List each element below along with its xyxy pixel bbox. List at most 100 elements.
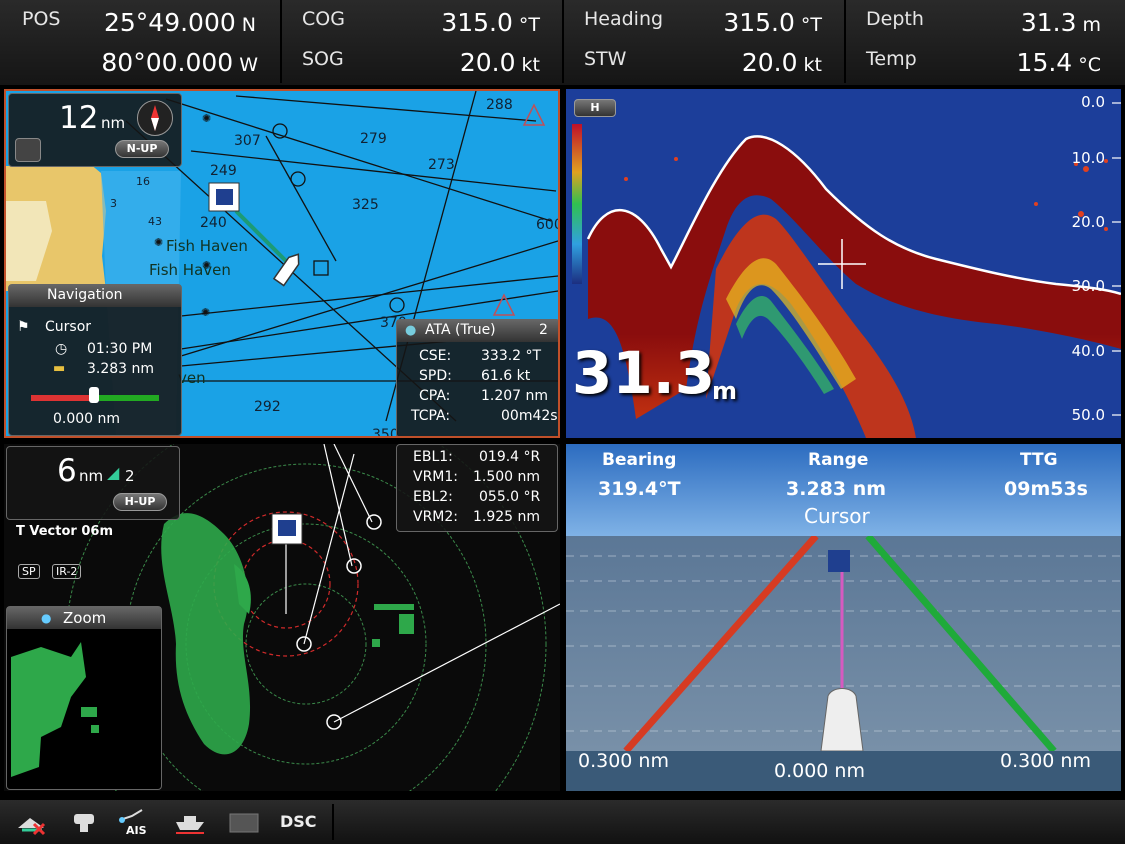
sounding: 240 xyxy=(200,215,227,231)
distance-value: 3.283 nm xyxy=(87,361,155,377)
sog-readout: 20.0 kt xyxy=(460,48,540,77)
ata-row-label: CSE: xyxy=(419,348,452,364)
ata-row-value: 61.6 kt xyxy=(481,368,531,384)
radar-orientation-button[interactable]: H-UP xyxy=(113,493,167,511)
xte-bar-right xyxy=(91,395,159,401)
heading-label: Heading xyxy=(584,8,664,30)
stw-value: 20.0 xyxy=(741,48,798,77)
ais-icon[interactable]: AIS xyxy=(118,806,154,840)
svg-text:✺: ✺ xyxy=(154,236,163,249)
cursor-label: Cursor xyxy=(45,319,92,335)
range-value: 3.283 nm xyxy=(786,478,887,500)
lon-hemisphere: W xyxy=(239,54,258,76)
lon-value: 80°00.000 xyxy=(101,48,234,77)
highway-boat-icon xyxy=(820,688,864,751)
chart-label-fish-haven: Fish Haven xyxy=(149,261,231,279)
depth-readout: 31.3 m xyxy=(1021,8,1101,37)
ebl-vrm-label: VRM2: xyxy=(413,509,459,525)
ata-count: 2 xyxy=(539,322,548,338)
sonar-panel[interactable]: H 31.3 m 0.0 10.0 20.0 30.0 40.0 50.0 xyxy=(566,89,1121,438)
radar-ring-count: 2 xyxy=(125,467,135,485)
depth-scale-label: 20.0 xyxy=(1071,213,1105,231)
zoom-box[interactable]: ● Zoom xyxy=(6,606,162,790)
cog-label: COG xyxy=(302,8,345,30)
chart-layers-icon[interactable] xyxy=(14,810,48,836)
range-label: Range xyxy=(808,450,869,470)
sounding: 249 xyxy=(210,163,237,179)
vector-label: T Vector 06m xyxy=(16,524,113,539)
depth-scale-label: 30.0 xyxy=(1071,277,1105,295)
toolbar-divider xyxy=(332,804,334,840)
chart-panel[interactable]: ✺✺✺✺ 288 307 279 249 273 325 240 600 370… xyxy=(4,89,560,438)
depth-scale-label: 0.0 xyxy=(1081,93,1105,111)
svg-text:✺: ✺ xyxy=(202,112,211,125)
ebl-vrm-label: VRM1: xyxy=(413,469,459,485)
gain-color-scale xyxy=(572,124,582,284)
ttg-label: TTG xyxy=(1020,450,1058,470)
chart-range-value: 12 xyxy=(59,100,99,136)
chart-orientation-button[interactable]: N-UP xyxy=(115,140,169,158)
ata-target-icon: ● xyxy=(405,323,417,338)
ebl-vrm-label: EBL1: xyxy=(413,449,453,465)
bottom-toolbar: AIS DSC xyxy=(0,800,1125,844)
fish-finder-icon[interactable] xyxy=(226,810,262,836)
temp-readout: 15.4 °C xyxy=(1017,48,1101,77)
cog-readout: 315.0 °T xyxy=(441,8,540,37)
highway-panel[interactable]: Bearing 319.4°T Range 3.283 nm TTG 09m53… xyxy=(566,444,1121,791)
stw-unit: kt xyxy=(803,54,822,76)
radar-range-box[interactable]: 6 nm ◢ 2 H-UP xyxy=(6,446,180,520)
heading-stw-cell[interactable]: Heading 315.0 °T STW 20.0 kt xyxy=(564,0,846,83)
chart-label-fish-haven: Fish Haven xyxy=(166,237,248,255)
sog-unit: kt xyxy=(521,54,540,76)
compass-icon xyxy=(137,100,173,136)
ata-row-label: CPA: xyxy=(419,388,451,404)
ata-row-value: 00m42s xyxy=(501,408,558,424)
depth-value: 31.3 xyxy=(1020,8,1077,37)
camera-icon[interactable] xyxy=(70,810,100,836)
target-label: Cursor xyxy=(804,504,870,528)
xte-right-value: 0.300 nm xyxy=(1000,750,1091,772)
zoom-view xyxy=(11,642,99,777)
bearing-label: Bearing xyxy=(602,450,677,470)
sp-badge[interactable]: SP xyxy=(18,564,40,579)
depth-label: Depth xyxy=(866,8,924,30)
pos-cell[interactable]: POS 25°49.000 N 80°00.000 W xyxy=(0,0,282,83)
ata-title: ATA (True) xyxy=(425,322,496,338)
ebl-vrm-label: EBL2: xyxy=(413,489,453,505)
temp-value: 15.4 xyxy=(1016,48,1073,77)
chart-label-partial: ven xyxy=(178,369,206,387)
navigation-box[interactable]: Navigation ⚑ Cursor ◷ 01:30 PM ▬ 3.283 n… xyxy=(8,284,182,436)
radar-range-value: 6 xyxy=(57,453,77,489)
xte-center-value: 0.000 nm xyxy=(774,760,865,782)
xte-right-line xyxy=(865,536,1057,751)
heading-unit: °T xyxy=(800,14,822,36)
dsc-button[interactable]: DSC xyxy=(280,812,317,831)
sounding: 292 xyxy=(254,399,281,415)
ebl-vrm-box[interactable]: EBL1: 019.4 °R VRM1: 1.500 nm EBL2: 055.… xyxy=(396,444,558,532)
boat-icon[interactable] xyxy=(172,810,208,836)
cog-sog-cell[interactable]: COG 315.0 °T SOG 20.0 kt xyxy=(282,0,564,83)
eta-time: 01:30 PM xyxy=(87,341,153,357)
radar-panel[interactable]: 6 nm ◢ 2 H-UP T Vector 06m SP IR-2 EBL1:… xyxy=(4,444,560,791)
depth-scale-ticks xyxy=(1112,102,1121,416)
sonar-depth-reading: 31.3 xyxy=(572,339,716,407)
ebl-vrm-value: 019.4 °R xyxy=(479,449,541,465)
clock-icon: ◷ xyxy=(55,341,68,357)
radar-antenna-icon: ◢ xyxy=(107,463,120,482)
pos-label: POS xyxy=(22,8,61,30)
ata-box[interactable]: ● ATA (True) 2 CSE: 333.2 °T SPD: 61.6 k… xyxy=(396,319,558,436)
chart-range-box[interactable]: 12 nm N-UP xyxy=(8,93,182,167)
ttg-value: 09m53s xyxy=(1004,478,1088,500)
magnifier-icon: ● xyxy=(41,611,52,625)
sounding: 279 xyxy=(360,131,387,147)
ir-badge[interactable]: IR-2 xyxy=(52,564,82,579)
layers-icon[interactable] xyxy=(15,138,41,162)
sonar-mode-button[interactable]: H xyxy=(574,99,616,117)
sounding: 350 xyxy=(372,427,399,438)
temp-unit: °C xyxy=(1078,54,1101,76)
stw-readout: 20.0 kt xyxy=(742,48,822,77)
stw-label: STW xyxy=(584,48,627,70)
checkered-flag-icon: ⚑ xyxy=(17,319,30,335)
depth-temp-cell[interactable]: Depth 31.3 m Temp 15.4 °C xyxy=(846,0,1125,83)
depth-scale-label: 50.0 xyxy=(1071,406,1105,424)
